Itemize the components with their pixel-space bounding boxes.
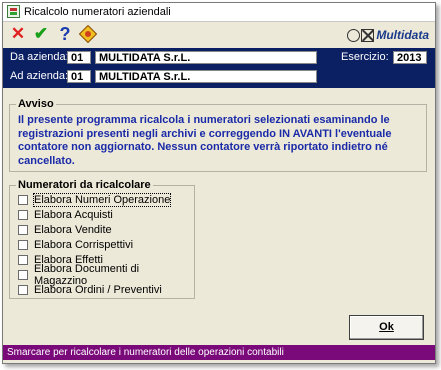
- avviso-legend: Avviso: [16, 98, 56, 110]
- multidata-logo: Multidata: [347, 26, 429, 44]
- toolbar: ✕ ✔ ? Multidata: [3, 22, 435, 48]
- checkbox[interactable]: [18, 240, 28, 250]
- ok-button[interactable]: Ok: [349, 315, 424, 340]
- numeratori-item[interactable]: Elabora Vendite: [18, 223, 112, 237]
- checkbox[interactable]: [18, 210, 28, 220]
- numeratori-legend: Numeratori da ricalcolare: [16, 179, 153, 191]
- da-azienda-code-field[interactable]: 01: [67, 51, 91, 64]
- esercizio-field[interactable]: 2013: [393, 51, 427, 64]
- checkbox-label: Elabora Corrispettivi: [34, 239, 134, 251]
- close-icon[interactable]: ✕: [9, 25, 27, 43]
- checkbox[interactable]: [18, 285, 28, 295]
- esercizio-label: Esercizio:: [341, 51, 389, 63]
- da-azienda-name-field: MULTIDATA S.r.L.: [95, 51, 317, 64]
- avviso-text: Il presente programma ricalcola i numera…: [18, 114, 392, 167]
- dialog-window: Ricalcolo numeratori aziendali ✕ ✔ ? Mul…: [2, 2, 436, 364]
- numeratori-item[interactable]: Elabora Numeri Operazione: [18, 193, 172, 207]
- checkbox-label: Elabora Vendite: [34, 224, 112, 236]
- ad-azienda-label: Ad azienda:: [10, 70, 69, 82]
- checkbox[interactable]: [18, 195, 28, 205]
- company-header: Da azienda: 01 MULTIDATA S.r.L. Ad azien…: [3, 48, 435, 88]
- checkbox[interactable]: [18, 270, 28, 280]
- numeratori-item[interactable]: Elabora Corrispettivi: [18, 238, 133, 252]
- app-icon: [7, 5, 20, 18]
- checkbox-label: Elabora Acquisti: [34, 209, 113, 221]
- window-title: Ricalcolo numeratori aziendali: [24, 6, 171, 18]
- numeratori-item[interactable]: Elabora Acquisti: [18, 208, 113, 222]
- ad-azienda-name-field: MULTIDATA S.r.L.: [95, 70, 317, 83]
- checkbox-label: Elabora Ordini / Preventivi: [34, 284, 162, 296]
- numeratori-group: Numeratori da ricalcolare Elabora Numeri…: [9, 179, 195, 299]
- numeratori-item[interactable]: Elabora Ordini / Preventivi: [18, 283, 162, 297]
- ad-azienda-code-field[interactable]: 01: [67, 70, 91, 83]
- status-bar: Smarcare per ricalcolare i numeratori de…: [3, 345, 435, 360]
- help-icon[interactable]: ?: [56, 25, 74, 43]
- tool-icon[interactable]: [78, 24, 98, 44]
- title-bar: Ricalcolo numeratori aziendali: [3, 3, 435, 22]
- da-azienda-label: Da azienda:: [10, 51, 69, 63]
- checkmark-icon[interactable]: ✔: [32, 25, 50, 43]
- checkbox[interactable]: [18, 225, 28, 235]
- numeratori-item[interactable]: Elabora Documenti di Magazzino: [18, 263, 194, 287]
- avviso-group: Avviso Il presente programma ricalcola i…: [9, 98, 427, 172]
- checkbox[interactable]: [18, 255, 28, 265]
- checkbox-label: Elabora Numeri Operazione: [32, 193, 172, 207]
